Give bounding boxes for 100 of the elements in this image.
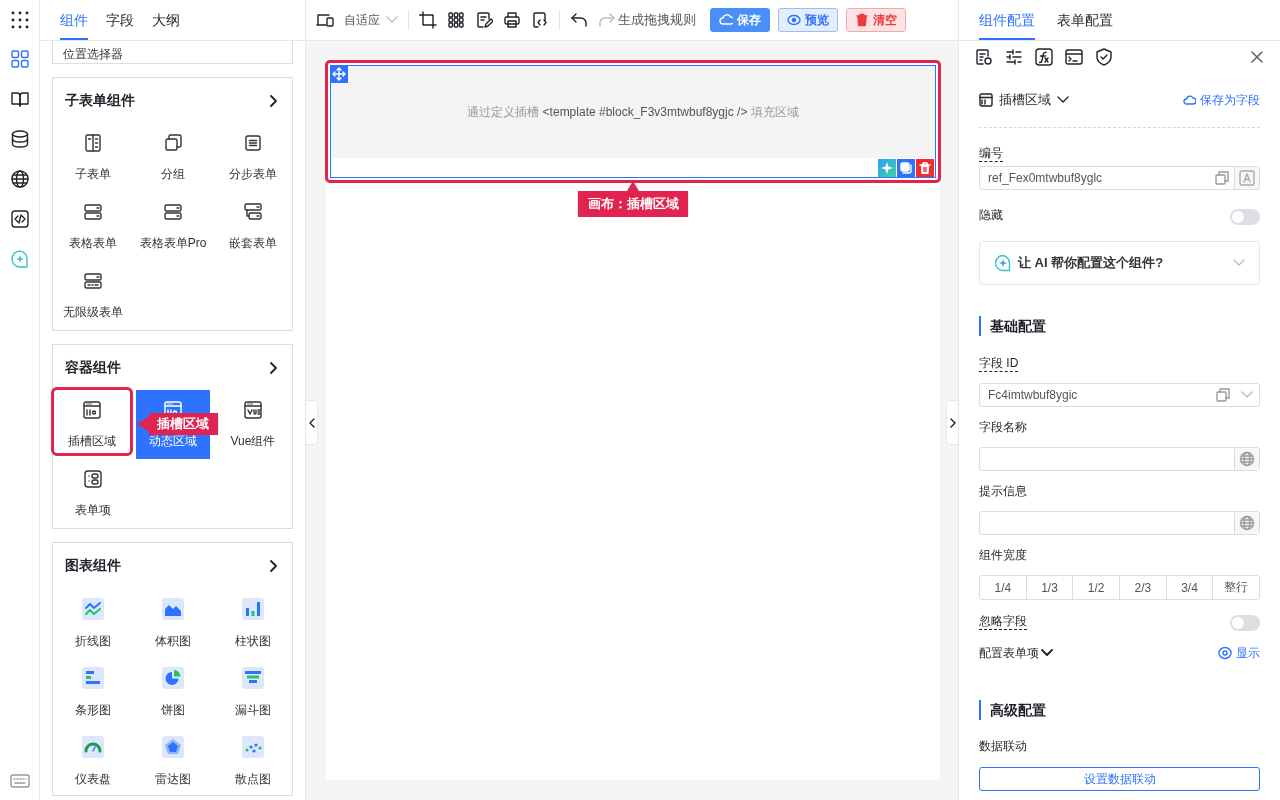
close-icon[interactable] (1250, 50, 1264, 64)
panel-tab[interactable]: 组件配置 (979, 0, 1035, 40)
form-item-toggle[interactable]: 配置表单项 (979, 644, 1053, 662)
nested-form-icon (243, 202, 263, 222)
text-input[interactable]: Fc4imtwbuf8ygic (980, 388, 1211, 402)
panel-tab[interactable]: 字段 (106, 0, 134, 40)
print-icon[interactable] (503, 11, 521, 29)
components-icon[interactable] (9, 49, 30, 69)
ai-assist-panel[interactable]: 让 AI 帮你配置这个组件? (979, 241, 1260, 285)
trash-icon (919, 162, 931, 174)
chevron-right-icon[interactable] (268, 558, 278, 573)
ai-action-button[interactable] (878, 159, 896, 177)
device-icon[interactable] (316, 11, 334, 29)
component-item[interactable]: 漏斗图 (216, 657, 290, 726)
component-item[interactable]: 子表单 (56, 123, 130, 192)
code-icon[interactable] (9, 209, 30, 229)
data-linkage-button[interactable]: 设置数据联动 (979, 767, 1260, 791)
component-item[interactable]: 嵌套表单 (216, 192, 290, 261)
callout-tooltip: 画布：插槽区域 (577, 181, 689, 217)
globe-icon[interactable] (9, 169, 30, 189)
component-item[interactable]: 表格表单Pro (136, 192, 210, 261)
field-label: 数据联动 (979, 738, 1027, 755)
field-label: 组件宽度 (979, 547, 1027, 564)
bar-chart-icon (82, 667, 104, 689)
hint-info-input[interactable] (979, 511, 1260, 535)
component-label[interactable]: 位置选择器 (63, 47, 123, 61)
toggle-switch[interactable] (1230, 615, 1260, 631)
component-item[interactable]: 条形图 (56, 657, 130, 726)
trash-icon (855, 13, 869, 27)
vue-window-icon (243, 400, 263, 420)
component-item[interactable]: Vue组件 (216, 390, 290, 459)
component-item[interactable]: 体积图 (136, 588, 210, 657)
sliders-icon[interactable] (1005, 48, 1023, 66)
book-icon[interactable] (9, 89, 30, 109)
chevron-down-icon (1057, 96, 1069, 104)
radar-chart-icon (162, 736, 184, 758)
copy-button[interactable] (897, 159, 915, 177)
terminal-window-icon[interactable] (1065, 48, 1083, 66)
pie-chart-icon (162, 667, 184, 689)
slot-block[interactable]: 通过定义插槽 <template #block_F3v3mtwbuf8ygjc /> 填充区域 (330, 65, 936, 178)
component-item[interactable]: 雷达图 (136, 726, 210, 795)
chevron-right-icon[interactable] (268, 93, 278, 108)
copy-icon[interactable] (1215, 171, 1229, 185)
apps-menu-icon[interactable] (9, 10, 30, 30)
form-icon (83, 133, 103, 153)
section-title: 基础配置 (979, 316, 1046, 336)
component-item[interactable]: 表格表单 (56, 192, 130, 261)
component-item[interactable]: 分组 (136, 123, 210, 192)
slot-window-icon (979, 93, 993, 107)
component-item[interactable]: 无限级表单 (56, 261, 130, 330)
toggle-switch[interactable] (1230, 209, 1260, 225)
component-item[interactable]: 分步表单 (216, 123, 290, 192)
database-icon[interactable] (9, 129, 30, 149)
field-id-select[interactable]: Fc4imtwbuf8ygic (979, 383, 1260, 407)
ref-field[interactable]: ref_Fex0mtwbuf8yglc (979, 166, 1260, 190)
edit-document-icon[interactable] (475, 11, 493, 29)
table-form-icon (83, 271, 103, 291)
ai-assistant-icon (994, 254, 1012, 272)
component-type-select[interactable]: 插槽区域 (979, 91, 1069, 109)
copy-icon[interactable] (1216, 388, 1230, 402)
save-as-field-link[interactable]: 保存为字段 (1183, 91, 1260, 109)
panel-tab[interactable]: 表单配置 (1057, 0, 1113, 40)
panel-tab[interactable]: 组件 (60, 0, 88, 40)
funnel-chart-icon (242, 667, 264, 689)
undo-icon[interactable] (570, 11, 588, 29)
component-item[interactable]: 散点图 (216, 726, 290, 795)
form-settings-icon[interactable] (975, 48, 993, 66)
show-link[interactable]: 显示 (1218, 644, 1260, 662)
toolbar-button[interactable]: 预览 (778, 8, 838, 32)
rule-label[interactable]: 生成拖拽规则 (618, 11, 696, 29)
view-mode-select[interactable]: 自适应 (344, 11, 398, 29)
crop-icon[interactable] (419, 11, 437, 29)
chevron-right-icon (949, 417, 956, 428)
chevron-left-icon (308, 417, 315, 428)
scatter-chart-icon (242, 736, 264, 758)
function-icon[interactable] (1035, 48, 1053, 66)
component-item[interactable]: 饼图 (136, 657, 210, 726)
component-item[interactable]: 柱状图 (216, 588, 290, 657)
bar-chart-icon (242, 598, 264, 620)
field-label: 字段 ID (979, 355, 1019, 372)
component-item[interactable]: 折线图 (56, 588, 130, 657)
component-item[interactable]: 仪表盘 (56, 726, 130, 795)
delete-button[interactable] (916, 159, 934, 177)
cloud-icon (719, 13, 733, 27)
panel-tab[interactable]: 大纲 (152, 0, 180, 40)
group-title: 图表组件 (65, 556, 121, 575)
component-item[interactable]: 表单项 (56, 459, 130, 528)
list-icon (243, 133, 263, 153)
collapse-handle[interactable] (946, 400, 958, 445)
text-input[interactable]: ref_Fex0mtwbuf8yglc (980, 171, 1210, 185)
width-option[interactable]: 1/4 (980, 576, 1027, 599)
form-item-icon (83, 469, 103, 489)
component-item[interactable]: 插槽区域 (51, 387, 133, 456)
area-chart-icon (162, 598, 184, 620)
grid-icon[interactable] (447, 11, 465, 29)
move-handle[interactable] (330, 65, 348, 83)
chevron-right-icon[interactable] (268, 360, 278, 375)
collapse-handle[interactable] (306, 400, 318, 445)
field-name-input[interactable] (979, 447, 1260, 471)
shield-check-icon[interactable] (1095, 48, 1113, 66)
